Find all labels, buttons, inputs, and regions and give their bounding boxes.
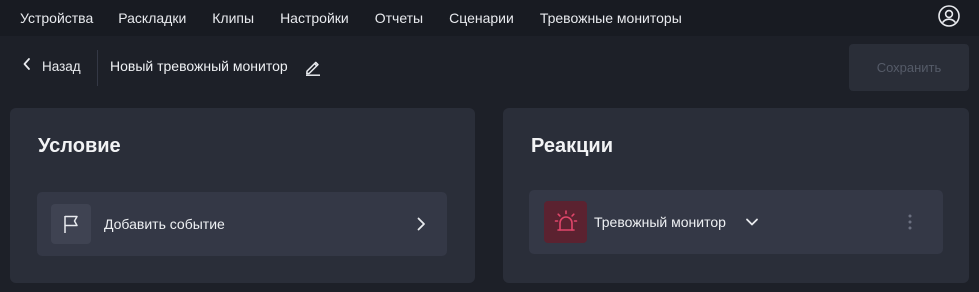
flag-icon [51,204,91,244]
nav-item-reports[interactable]: Отчеты [375,10,423,26]
nav-item-alarm-monitors[interactable]: Тревожные мониторы [540,10,682,26]
top-navigation: Устройства Раскладки Клипы Настройки Отч… [0,0,979,36]
reaction-label: Тревожный монитор [594,214,726,230]
alarm-siren-icon [544,201,587,243]
reactions-card: Реакции Тревожный монитор [503,108,969,283]
header-divider [97,50,98,86]
condition-card: Условие Добавить событие [10,108,475,283]
pencil-edit-icon[interactable] [304,58,322,76]
back-label: Назад [42,58,81,74]
page-title: Новый тревожный монитор [110,58,288,74]
page-header: Назад Новый тревожный монитор Сохранить [0,36,979,98]
save-button[interactable]: Сохранить [849,44,969,91]
nav-item-devices[interactable]: Устройства [20,10,93,26]
add-event-label: Добавить событие [104,216,225,232]
condition-title: Условие [38,135,121,157]
nav-item-clips[interactable]: Клипы [212,10,254,26]
reaction-item[interactable]: Тревожный монитор [529,190,943,254]
nav-item-scenarios[interactable]: Сценарии [449,10,514,26]
nav-item-settings[interactable]: Настройки [280,10,349,26]
user-circle-icon[interactable] [937,4,961,28]
add-event-row[interactable]: Добавить событие [37,192,447,256]
chevron-right-icon [413,215,429,233]
chevron-down-icon[interactable] [744,214,760,230]
nav-item-layouts[interactable]: Раскладки [118,10,186,26]
chevron-left-icon [22,57,32,76]
back-button[interactable]: Назад [22,56,81,76]
nav-menu: Устройства Раскладки Клипы Настройки Отч… [20,10,708,26]
more-options-icon[interactable] [907,212,913,232]
reactions-title: Реакции [531,135,613,157]
